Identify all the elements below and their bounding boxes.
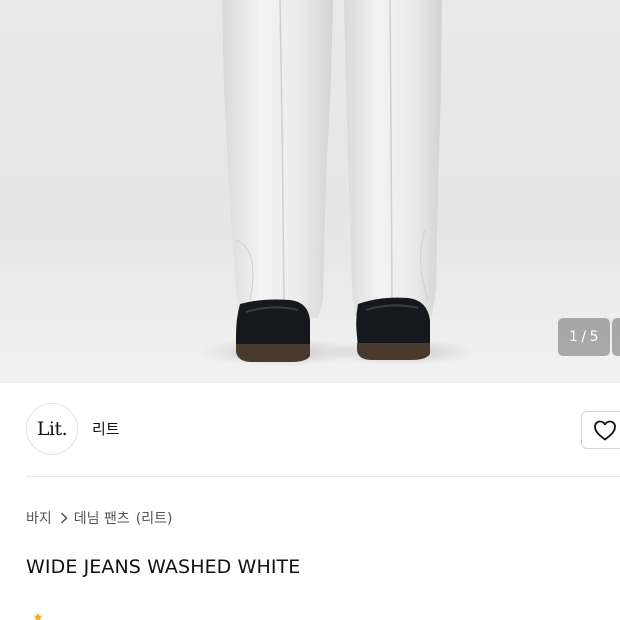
star-icon (33, 612, 43, 620)
image-counter: 1/5 (558, 318, 610, 356)
breadcrumb-brand-tag[interactable]: (리트) (136, 508, 173, 528)
brand-logo[interactable]: Lit. (26, 403, 78, 455)
breadcrumb-category[interactable]: 바지 (26, 508, 52, 528)
product-title: WIDE JEANS WASHED WHITE (26, 556, 301, 578)
brand-name-link[interactable]: 리트 (92, 419, 120, 439)
heart-icon (594, 420, 616, 441)
image-next-button[interactable] (612, 318, 620, 356)
product-photo (0, 0, 620, 383)
brand-row: Lit. 리트 (0, 383, 620, 477)
product-image-carousel[interactable]: 1/5 (0, 0, 620, 383)
like-button[interactable] (581, 411, 620, 449)
product-page: 1/5 Lit. 리트 바지 데님 팬츠 (리트) WIDE JEANS WAS… (0, 0, 620, 620)
image-counter-current: 1 (568, 329, 579, 345)
breadcrumb-subcategory[interactable]: 데님 팬츠 (74, 508, 130, 528)
image-counter-total: 5 (589, 329, 600, 345)
brand-logo-text: Lit. (36, 418, 68, 440)
breadcrumb: 바지 데님 팬츠 (리트) (26, 508, 172, 528)
section-divider (26, 476, 620, 477)
image-counter-separator: / (581, 329, 587, 345)
chevron-right-icon (60, 512, 68, 524)
